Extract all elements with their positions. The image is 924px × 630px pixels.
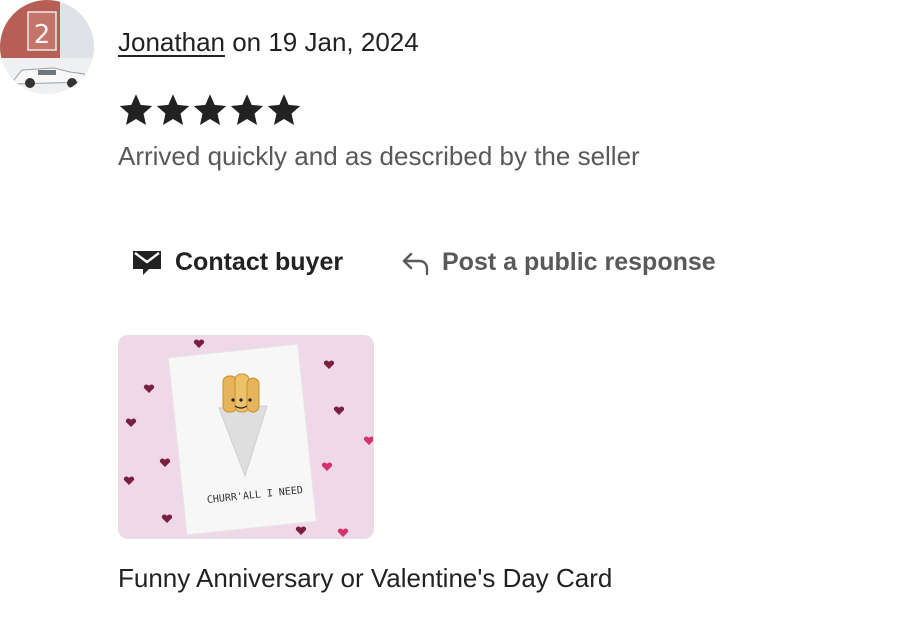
- contact-buyer-button[interactable]: Contact buyer: [131, 244, 343, 280]
- reviewer-name-link[interactable]: Jonathan: [118, 27, 225, 57]
- reviewer-avatar[interactable]: 2: [0, 0, 94, 94]
- star-icon: [230, 94, 264, 125]
- review-header: Jonathan on 19 Jan, 2024: [118, 24, 419, 60]
- contact-buyer-label: Contact buyer: [175, 248, 344, 276]
- product-thumbnail[interactable]: CHURR'ALL I NEED: [118, 335, 374, 539]
- star-icon: [193, 94, 227, 125]
- post-public-response-button[interactable]: Post a public response: [400, 244, 716, 280]
- post-public-response-label: Post a public response: [442, 248, 716, 276]
- reply-arrow-icon: [400, 248, 430, 276]
- star-icon: [119, 94, 153, 125]
- avatar-badge-number: 2: [34, 20, 51, 50]
- star-icon: [156, 94, 190, 125]
- review-text: Arrived quickly and as described by the …: [118, 141, 640, 171]
- mail-icon: [131, 247, 163, 277]
- star-icon: [267, 94, 301, 125]
- review-date: on 19 Jan, 2024: [224, 27, 419, 57]
- star-rating: [118, 92, 302, 128]
- product-title[interactable]: Funny Anniversary or Valentine's Day Car…: [118, 560, 612, 596]
